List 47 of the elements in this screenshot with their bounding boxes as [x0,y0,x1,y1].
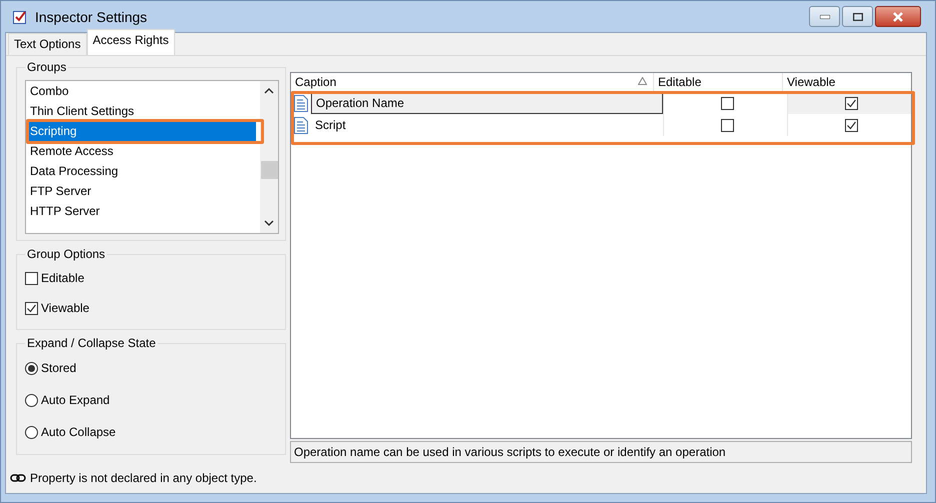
radio-button[interactable] [25,394,38,406]
checkbox[interactable] [845,96,858,110]
column-header[interactable]: Editable [653,73,782,91]
window-title: Inspector Settings [35,8,148,24]
close-icon [892,12,904,22]
link-icon [10,474,26,482]
radio-label: Auto Collapse [41,425,116,439]
app-icon [13,10,27,24]
group-title: Groups [26,60,68,74]
radio-label: Auto Expand [41,393,110,407]
column-header[interactable]: Viewable [782,73,911,91]
list-item[interactable]: Scripting [26,121,256,141]
checkbox-label: Viewable [41,301,90,315]
list-item[interactable]: Data Processing [26,161,256,181]
list-item[interactable]: Combo [26,81,256,101]
minimize-icon [820,14,830,18]
checkbox[interactable] [721,96,734,110]
list-item[interactable]: HTTP Server [26,201,256,221]
checkbox[interactable] [25,302,38,314]
checkbox[interactable] [721,118,734,132]
group-title: Expand / Collapse State [26,336,157,350]
sort-icon [638,77,647,87]
radio-button[interactable] [25,362,38,374]
radio-button[interactable] [25,426,38,438]
checkbox[interactable] [845,118,858,132]
document-icon [294,94,308,112]
scrollbar[interactable] [260,81,278,233]
table-cell[interactable]: Operation Name [311,92,663,114]
column-header[interactable]: Caption [295,75,336,89]
list-item[interactable]: Thin Client Settings [26,101,256,121]
maximize-button[interactable] [842,6,873,27]
group-list[interactable]: Combo Thin Client Settings Scripting Remote Access Data Processing FTP Server HTTP Server [25,80,279,234]
checkbox-label: Editable [41,271,84,285]
tab[interactable]: Text Options [8,33,87,55]
tab[interactable]: Access Rights [86,29,175,55]
document-icon [294,116,308,134]
maximize-icon [852,12,862,20]
status-text: Property is not declared in any object type. [30,471,257,485]
close-button[interactable] [875,6,921,27]
radio-label: Stored [41,361,76,375]
list-item[interactable]: FTP Server [26,181,256,201]
scroll-thumb[interactable] [260,161,278,179]
description-text: Operation name can be used in various scripts to execute or identify an operation [290,441,912,463]
table-cell[interactable]: Script [311,115,663,135]
checkbox[interactable] [25,272,38,284]
group-title: Group Options [26,247,106,261]
list-item[interactable]: Remote Access [26,141,256,161]
